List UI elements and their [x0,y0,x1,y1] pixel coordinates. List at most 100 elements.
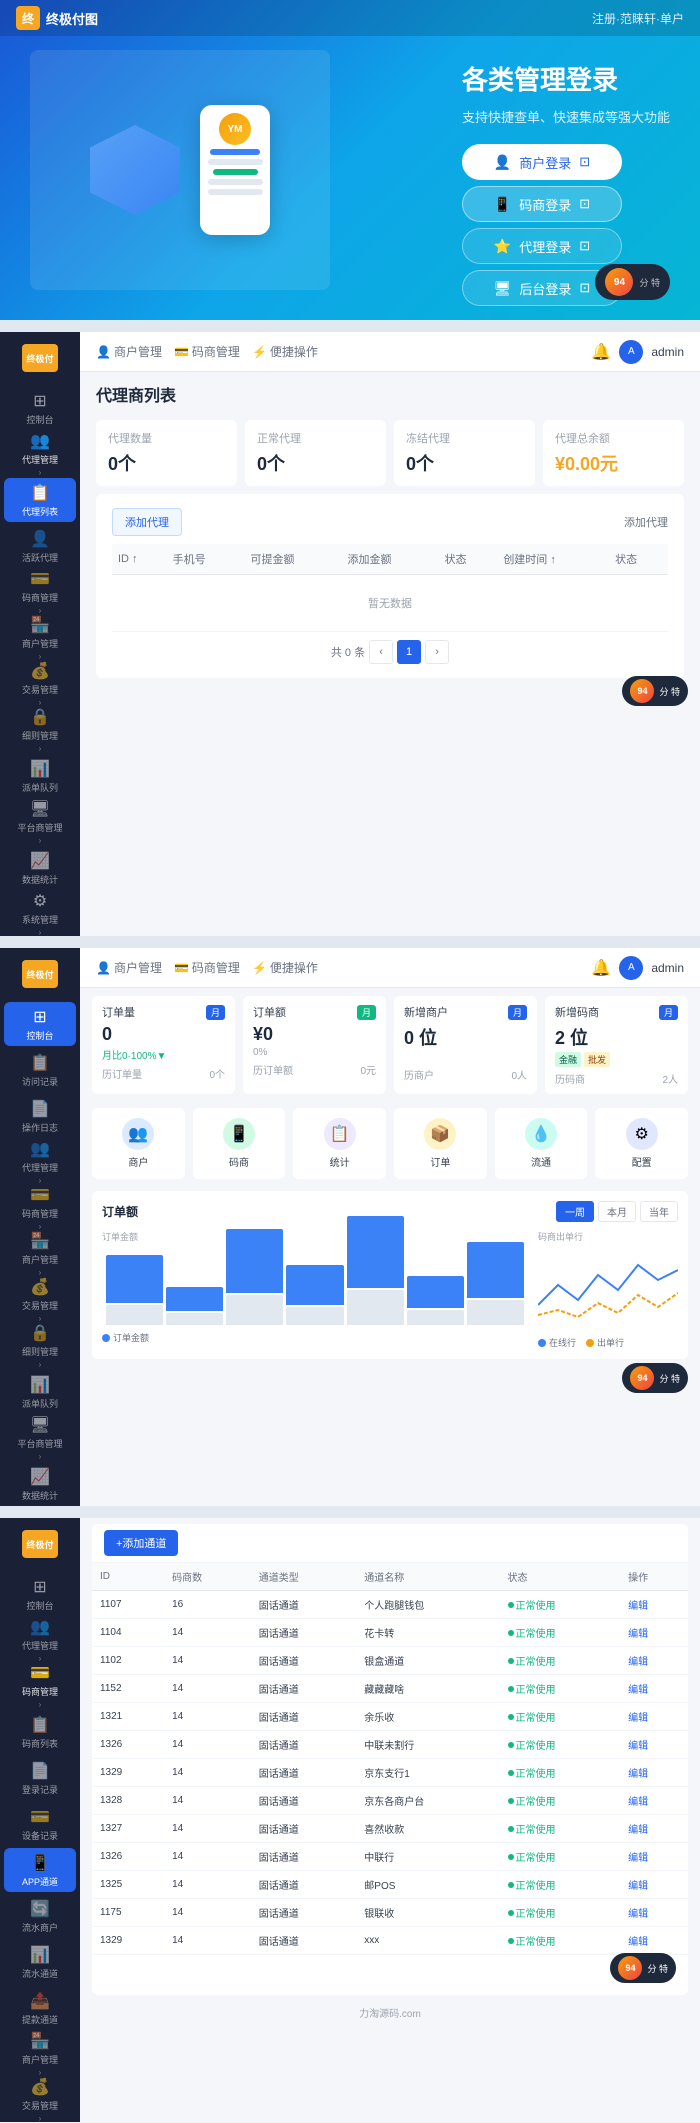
bell-icon[interactable]: 🔔 [591,342,611,362]
edit-link[interactable]: 编辑 [628,1741,648,1752]
sidebar-logo-4: 终极付 [10,1526,70,1562]
page-1-btn[interactable]: 1 [397,640,421,664]
sidebar4-merchant2[interactable]: 🏪 商户管理 › [4,2032,76,2076]
nav3-ops[interactable]: ⚡ 便捷操作 [252,959,318,976]
qa-qr[interactable]: 📱 码商 [193,1108,286,1179]
cell-id: 1152 [92,1675,164,1703]
sidebar3-access-log[interactable]: 📋 访问记录 [4,1048,76,1092]
table-row: 1107 16 固话通道 个人跑腿钱包 正常使用 编辑 [92,1591,688,1619]
sidebar-item-console[interactable]: ⊞ 控制台 [4,386,76,430]
table-row: 1327 14 固话通道 喜然收款 正常使用 编辑 [92,1815,688,1843]
qa-order[interactable]: 📦 订单 [394,1108,487,1179]
sidebar3-queue[interactable]: 📊 派单队列 [4,1370,76,1414]
sidebar-item-stats[interactable]: 📈 数据统计 [4,846,76,890]
table-row: 1329 14 固话通道 xxx 正常使用 编辑 [92,1927,688,1955]
add-agent-button[interactable]: 添加代理 [112,508,182,536]
add-channel-button[interactable]: +添加通道 [104,1530,178,1556]
qa-config-icon: ⚙ [626,1118,658,1150]
agent-table-wrap: ID ↑ 手机号 可提金额 添加金额 状态 创建时间 ↑ 状态 [112,544,668,632]
sidebar-item-system[interactable]: ⚙ 系统管理 › [4,892,76,936]
cell-action: 编辑 [620,1927,688,1955]
edit-link[interactable]: 编辑 [628,1685,648,1696]
qa-config[interactable]: ⚙ 配置 [595,1108,688,1179]
nav-qr-mgmt[interactable]: 💳 码商管理 [174,343,240,360]
edit-link[interactable]: 编辑 [628,1713,648,1724]
sidebar3-merchant[interactable]: 🏪 商户管理 › [4,1232,76,1276]
sidebar4-device-log[interactable]: 💳 设备记录 [4,1802,76,1846]
edit-link[interactable]: 编辑 [628,1937,648,1948]
user-avatar: A [619,340,643,364]
sidebar-4: 终极付 ⊞ 控制台 👥 代理管理 › 💳 码商管理 › 📋 码商列表 📄 [0,1518,80,2122]
divider-2 [0,936,700,948]
chart-tab-week[interactable]: 一周 [556,1201,594,1222]
edit-link[interactable]: 编辑 [628,1825,648,1836]
sidebar4-transaction[interactable]: 💰 交易管理 › [4,2078,76,2122]
sidebar3-rules[interactable]: 🔒 细则管理 › [4,1324,76,1368]
edit-link[interactable]: 编辑 [628,1601,648,1612]
nav-quick-ops[interactable]: ⚡ 便捷操作 [252,343,318,360]
sidebar4-withdraw[interactable]: 📤 提款通道 [4,1986,76,2030]
cell-name: 余乐收 [356,1703,499,1731]
sidebar3-ops-log[interactable]: 📄 操作日志 [4,1094,76,1138]
edit-link[interactable]: 编辑 [628,1629,648,1640]
sidebar3-agent[interactable]: 👥 代理管理 › [4,1140,76,1184]
bell-icon-3[interactable]: 🔔 [591,958,611,978]
sidebar4-qr-mgmt[interactable]: 💳 码商管理 › [4,1664,76,1708]
sidebar3-transaction[interactable]: 💰 交易管理 › [4,1278,76,1322]
sidebar-item-transaction[interactable]: 💰 交易管理 › [4,662,76,706]
sidebar4-flow-channel[interactable]: 📊 流水通道 [4,1940,76,1984]
footer-space-4: 94 分 特 [92,1955,688,1995]
sidebar-item-rules[interactable]: 🔒 细则管理 › [4,708,76,752]
sidebar4-app-channel[interactable]: 📱 APP通道 [4,1848,76,1892]
qr-list-icon: 📋 [30,1715,50,1735]
qrcode-login-button[interactable]: 📱 码商登录 ⊡ [462,186,622,222]
agent-login-button[interactable]: ⭐ 代理登录 ⊡ [462,228,622,264]
sidebar-item-agent-mgmt[interactable]: 👥 代理管理 › [4,432,76,476]
sidebar4-console[interactable]: ⊞ 控制台 [4,1572,76,1616]
cell-type: 固话通道 [251,1731,357,1759]
merchant-login-button[interactable]: 👤 商户登录 ⊡ [462,144,622,180]
sidebar-item-qr-mgmt[interactable]: 💳 码商管理 › [4,570,76,614]
edit-link[interactable]: 编辑 [628,1797,648,1808]
sidebar-item-queue[interactable]: 📊 派单队列 [4,754,76,798]
edit-link[interactable]: 编辑 [628,1881,648,1892]
cell-count: 14 [164,1787,251,1815]
qa-merchant[interactable]: 👥 商户 [92,1108,185,1179]
sidebar4-flow-merchant[interactable]: 🔄 流水商户 [4,1894,76,1938]
chart-tab-year[interactable]: 当年 [640,1201,678,1222]
qa-stats[interactable]: 📋 统计 [293,1108,386,1179]
edit-link[interactable]: 编辑 [628,1853,648,1864]
edit-link[interactable]: 编辑 [628,1769,648,1780]
sidebar4-login-log[interactable]: 📄 登录记录 [4,1756,76,1800]
user-icon: 👤 [96,345,111,359]
next-page-btn[interactable]: › [425,640,449,664]
sidebar4-agent[interactable]: 👥 代理管理 › [4,1618,76,1662]
sidebar3-platform[interactable]: 🖥 平台商管理 › [4,1416,76,1460]
sidebar3-console[interactable]: ⊞ 控制台 [4,1002,76,1046]
sidebar-item-active-agent[interactable]: 👤 活跃代理 [4,524,76,568]
bar-4 [286,1265,343,1325]
sidebar-item-platform[interactable]: 🖥 平台商管理 › [4,800,76,844]
table-row: 1321 14 固话通道 余乐收 正常使用 编辑 [92,1703,688,1731]
qa-flow[interactable]: 💧 流通 [495,1108,588,1179]
charts-grid: 订单金额 [102,1230,678,1349]
sidebar-item-merchant-mgmt[interactable]: 🏪 商户管理 › [4,616,76,660]
nav3-qr[interactable]: 💳 码商管理 [174,959,240,976]
edit-link[interactable]: 编辑 [628,1657,648,1668]
col4-id: ID [92,1563,164,1591]
flow-channel-icon: 📊 [30,1945,50,1965]
nav-merchant-mgmt[interactable]: 👤 商户管理 [96,343,162,360]
edit-link[interactable]: 编辑 [628,1909,648,1920]
sidebar-item-agent-list[interactable]: 📋 代理列表 [4,478,76,522]
nav3-merchant[interactable]: 👤 商户管理 [96,959,162,976]
cell-action: 编辑 [620,1759,688,1787]
sidebar3-qr[interactable]: 💳 码商管理 › [4,1186,76,1230]
sidebar3-stats[interactable]: 📈 数据统计 [4,1462,76,1506]
agent-mgmt-icon: 👥 [30,431,50,451]
stat-order-count: 订单量 月 0 月比0·100%▼ 历订单量 0个 [92,996,235,1094]
cell-name: 喜然收款 [356,1815,499,1843]
qr-nav-icon-3: 💳 [174,961,189,975]
prev-page-btn[interactable]: ‹ [369,640,393,664]
chart-tab-month[interactable]: 本月 [598,1201,636,1222]
sidebar4-qr-list[interactable]: 📋 码商列表 [4,1710,76,1754]
